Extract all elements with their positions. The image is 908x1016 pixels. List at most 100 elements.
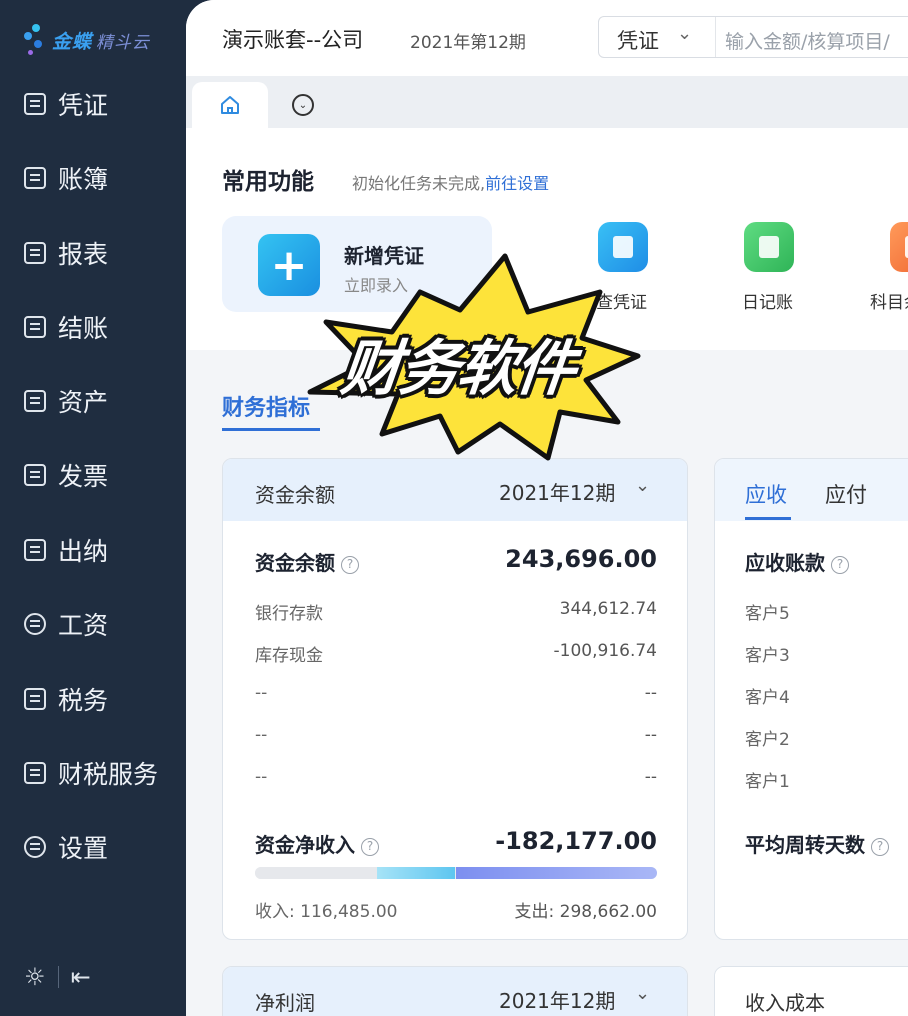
sidebar-item-voucher[interactable]: 凭证 <box>24 84 108 124</box>
chevron-down-icon[interactable]: ⌄ <box>635 983 650 1004</box>
expense-value: 298,662.00 <box>559 902 657 922</box>
tab-more-chevron-icon[interactable]: ⌄ <box>292 94 314 116</box>
sidebar-item-salary[interactable]: 工资 <box>24 604 108 644</box>
receivable-panel: 应收 应付 应收账款? 客户5 客户3 客户4 客户2 客户1 平均周转天数? <box>714 458 908 940</box>
tab-receivable[interactable]: 应收 <box>745 479 787 509</box>
row-value: 344,612.74 <box>559 599 657 619</box>
expense-label: 支出: <box>514 902 555 922</box>
search-box: 凭证 ⌄ 输入金额/核算项目/ <box>598 16 908 58</box>
help-icon[interactable]: ? <box>831 556 849 574</box>
account-book-title[interactable]: 演示账套--公司 <box>222 24 363 54</box>
search-input[interactable]: 输入金额/核算项目/ <box>725 27 890 54</box>
tab-active-underline <box>745 517 791 520</box>
income-text: 收入: 116,485.00 <box>255 897 397 922</box>
row-value: -100,916.74 <box>553 641 657 661</box>
closing-icon <box>24 316 46 338</box>
sidebar-item-settings[interactable]: 设置 <box>24 827 108 867</box>
funds-total-label: 资金余额? <box>255 547 359 576</box>
ledger-icon <box>24 167 46 189</box>
help-icon[interactable]: ? <box>871 838 889 856</box>
sidebar-item-label: 凭证 <box>58 91 109 120</box>
journal-label[interactable]: 日记账 <box>742 288 793 313</box>
theme-sun-icon[interactable]: ☼ <box>24 963 46 991</box>
panel-title: 收入成本 <box>745 991 825 1015</box>
receivable-title: 应收账款? <box>745 547 849 576</box>
revenue-cost-panel: 收入成本 <box>714 966 908 1016</box>
chevron-down-icon[interactable]: ⌄ <box>635 475 650 496</box>
income-label: 收入: <box>255 902 295 922</box>
current-period: 2021年第12期 <box>410 33 526 53</box>
sidebar-item-ledger[interactable]: 账簿 <box>24 158 108 198</box>
help-icon[interactable]: ? <box>341 556 359 574</box>
sidebar-item-label: 账簿 <box>58 165 109 194</box>
sidebar-item-cashier[interactable]: 出纳 <box>24 530 108 570</box>
net-income-label: 资金净收入? <box>255 829 379 858</box>
app-logo[interactable]: 金蝶 精斗云 <box>22 20 150 60</box>
voucher-icon <box>24 93 46 115</box>
tax-icon <box>24 688 46 710</box>
logo-text: 金蝶 <box>52 30 93 53</box>
account-balance-label[interactable]: 科目余 <box>870 288 908 313</box>
main-area: 演示账套--公司 2021年第12期 凭证 ⌄ 输入金额/核算项目/ ⌄ 常用功… <box>186 0 908 1016</box>
customer-label: 客户5 <box>745 604 790 624</box>
sidebar-item-invoice[interactable]: 发票 <box>24 455 108 495</box>
income-value: 116,485.00 <box>300 902 398 922</box>
customer-label: 客户3 <box>745 646 790 666</box>
row-value: -- <box>644 725 657 745</box>
chevron-down-icon[interactable]: ⌄ <box>677 23 692 44</box>
expense-text: 支出: 298,662.00 <box>515 897 657 922</box>
logo-subtext: 精斗云 <box>96 32 151 53</box>
period-select[interactable]: 2021年12期 <box>499 477 615 506</box>
sidebar-item-label: 报表 <box>58 240 109 269</box>
customer-label: 客户1 <box>745 772 790 792</box>
settings-icon <box>24 836 46 858</box>
turnover-days-label: 平均周转天数? <box>745 829 889 858</box>
period-select[interactable]: 2021年12期 <box>499 985 615 1014</box>
footer-divider <box>57 966 59 988</box>
help-icon[interactable]: ? <box>361 838 379 856</box>
logo-mark-icon <box>22 20 48 60</box>
search-type-select[interactable]: 凭证 <box>617 25 659 55</box>
tab-payable[interactable]: 应付 <box>825 479 867 509</box>
tab-bar: ⌄ <box>186 76 908 128</box>
sidebar-item-label: 发票 <box>58 462 109 491</box>
overlay-caption: 财务软件 <box>337 334 578 404</box>
panel-title: 净利润 <box>255 991 315 1015</box>
go-settings-link[interactable]: 前往设置 <box>485 174 549 193</box>
journal-icon[interactable] <box>744 222 794 272</box>
net-income-label-text: 资金净收入 <box>255 833 355 857</box>
sidebar-item-closing[interactable]: 结账 <box>24 307 108 347</box>
tab-financial-metrics[interactable]: 财务指标 <box>222 390 310 422</box>
row-label: 库存现金 <box>255 646 323 666</box>
salary-icon <box>24 613 46 635</box>
income-expense-bar <box>255 867 657 879</box>
row-label: -- <box>255 767 268 787</box>
asset-icon <box>24 390 46 412</box>
init-hint: 初始化任务未完成,前往设置 <box>352 170 549 194</box>
row-label: -- <box>255 725 268 745</box>
service-icon <box>24 762 46 784</box>
sidebar-item-report[interactable]: 报表 <box>24 233 108 273</box>
sidebar-item-label: 结账 <box>58 314 109 343</box>
panel-header: 净利润 2021年12期 ⌄ <box>223 967 687 1016</box>
quick-functions-title: 常用功能 <box>222 169 314 195</box>
sidebar-item-asset[interactable]: 资产 <box>24 381 108 421</box>
sidebar-item-service[interactable]: 财税服务 <box>24 753 158 793</box>
tab-home[interactable] <box>192 82 268 128</box>
invoice-icon <box>24 464 46 486</box>
income-bar <box>377 867 455 879</box>
top-bar: 演示账套--公司 2021年第12期 凭证 ⌄ 输入金额/核算项目/ <box>186 0 908 76</box>
sidebar-item-label: 财税服务 <box>58 760 159 789</box>
sidebar-item-tax[interactable]: 税务 <box>24 679 108 719</box>
collapse-sidebar-icon[interactable]: ⇤ <box>71 963 91 991</box>
panel-header: 资金余额 2021年12期 ⌄ <box>223 459 687 521</box>
row-value: -- <box>644 683 657 703</box>
account-balance-icon[interactable] <box>890 222 908 272</box>
panel-title: 资金余额 <box>255 483 335 507</box>
panel-header: 收入成本 <box>715 967 908 1016</box>
report-icon <box>24 242 46 264</box>
cashier-icon <box>24 539 46 561</box>
sidebar-item-label: 资产 <box>58 388 109 417</box>
net-profit-panel: 净利润 2021年12期 ⌄ <box>222 966 688 1016</box>
sidebar-item-label: 出纳 <box>58 537 109 566</box>
